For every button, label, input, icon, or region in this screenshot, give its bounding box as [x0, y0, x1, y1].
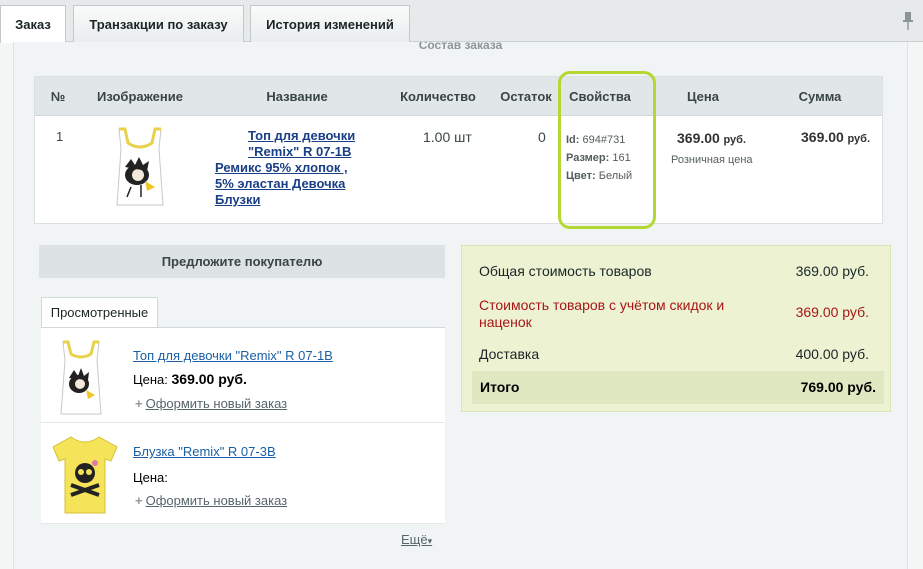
tab-transactions-label: Транзакции по заказу: [89, 16, 228, 32]
list-item: Топ для девочки "Remix" R 07-1B Цена: 36…: [41, 328, 445, 423]
new-order-label: Оформить новый заказ: [145, 493, 288, 508]
row-stock: 0: [538, 129, 546, 145]
plus-icon: +: [135, 396, 143, 411]
chevron-down-icon: ▾: [427, 536, 433, 546]
th-qty: Количество: [400, 89, 476, 104]
th-stock: Остаток: [500, 89, 552, 104]
row-qty: 1.00 шт: [423, 129, 472, 145]
product-name-line: Ремикс 95% хлопок ,: [215, 160, 348, 175]
viewed-product-link[interactable]: Топ для девочки "Remix" R 07-1B: [133, 348, 333, 363]
tab-order-label: Заказ: [15, 17, 51, 32]
total-delivery-value: 400.00 руб.: [795, 346, 869, 362]
more-label: Ещё: [401, 532, 428, 547]
order-items-table: № Изображение Название Количество Остато…: [34, 76, 883, 224]
viewed-product-link[interactable]: Блузка "Remix" R 07-3B: [133, 444, 276, 459]
new-order-link[interactable]: + Оформить новый заказ: [135, 396, 287, 411]
pin-icon[interactable]: [903, 12, 913, 30]
total-delivery: Доставка 400.00 руб.: [479, 346, 875, 362]
tabs-bar: Заказ Транзакции по заказу История измен…: [0, 0, 923, 43]
th-image: Изображение: [97, 89, 183, 104]
product-name-line: Блузки: [215, 192, 261, 207]
viewed-list: Топ для девочки "Remix" R 07-1B Цена: 36…: [41, 327, 445, 524]
table-header: № Изображение Название Количество Остато…: [35, 77, 882, 116]
tab-history[interactable]: История изменений: [250, 5, 410, 42]
row-num: 1: [56, 129, 64, 144]
section-title: Состав заказа: [418, 42, 503, 52]
row-price: 369.00 руб.: [677, 130, 746, 146]
tab-history-label: История изменений: [266, 16, 394, 32]
th-price: Цена: [687, 89, 719, 104]
row-price-type: Розничная цена: [671, 154, 753, 166]
viewed-price: Цена: 369.00 руб.: [133, 371, 247, 387]
prop-size: Размер: 161: [566, 152, 631, 164]
product-name-link[interactable]: Топ для девочки "Remix" R 07-1B Ремикс 9…: [215, 128, 365, 208]
total-goods-label: Общая стоимость товаров: [479, 263, 652, 279]
product-name-line: "Remix" R 07-1B: [248, 144, 352, 159]
th-num: №: [50, 89, 66, 104]
th-sum: Сумма: [798, 89, 842, 104]
row-props: Id: 694#731 Размер: 161 Цвет: Белый: [566, 131, 632, 185]
th-props: Свойства: [569, 89, 631, 104]
total-final: Итого 769.00 руб.: [472, 371, 884, 404]
tab-viewed[interactable]: Просмотренные: [41, 297, 158, 328]
new-order-label: Оформить новый заказ: [145, 396, 288, 411]
plus-icon: +: [135, 493, 143, 508]
total-delivery-label: Доставка: [479, 346, 540, 362]
product-name-line: Топ для девочки: [248, 128, 356, 143]
row-sum: 369.00 руб.: [801, 129, 870, 145]
total-discounted-value: 369.00 руб.: [795, 304, 869, 320]
total-final-value: 769.00 руб.: [800, 379, 876, 395]
suggest-header: Предложите покупателю: [39, 245, 445, 278]
more-link[interactable]: Ещё▾: [401, 532, 432, 547]
new-order-link[interactable]: + Оформить новый заказ: [135, 493, 287, 508]
prop-color: Цвет: Белый: [566, 170, 633, 182]
product-name-line: 5% эластан Девочка: [215, 176, 346, 191]
viewed-price: Цена:: [133, 470, 168, 485]
total-goods: Общая стоимость товаров 369.00 руб.: [479, 263, 875, 279]
order-totals: Общая стоимость товаров 369.00 руб. Стои…: [461, 245, 891, 412]
tab-transactions[interactable]: Транзакции по заказу: [73, 5, 244, 42]
th-name: Название: [266, 89, 328, 104]
list-item: Блузка "Remix" R 07-3B Цена: + Оформить н…: [41, 429, 445, 524]
total-goods-value: 369.00 руб.: [795, 263, 869, 279]
total-final-label: Итого: [480, 379, 520, 395]
prop-id: Id: 694#731: [566, 134, 626, 146]
tab-order[interactable]: Заказ: [0, 5, 66, 43]
viewed-image-yellow-blouse[interactable]: [49, 433, 121, 517]
total-discounted: Стоимость товаров с учётом скидок и наце…: [479, 297, 875, 331]
product-image-white-top[interactable]: [107, 125, 173, 209]
viewed-image-white-top[interactable]: [53, 338, 109, 418]
